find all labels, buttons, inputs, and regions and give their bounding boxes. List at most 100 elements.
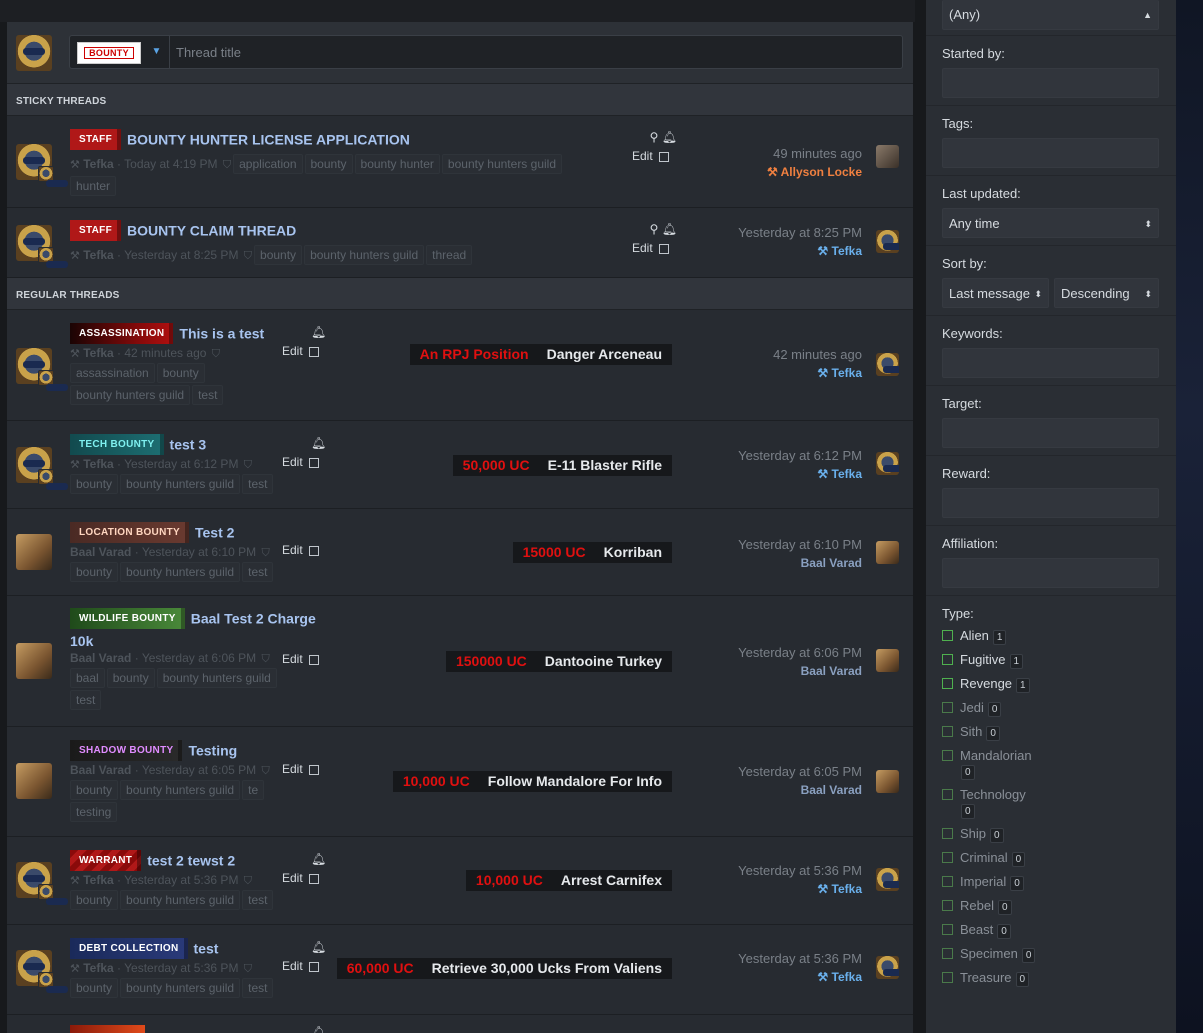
tag-item[interactable]: application <box>233 154 303 174</box>
chevron-down-icon[interactable]: ▼ <box>144 36 170 68</box>
last-poster-mini-avatar[interactable] <box>38 972 68 993</box>
tag-item[interactable]: bounty <box>70 978 119 998</box>
select-checkbox[interactable] <box>308 346 319 357</box>
thread-row[interactable]: STAFF BOUNTY HUNTER LICENSE APPLICATION ⚒… <box>7 116 913 208</box>
tag-item[interactable]: bounty hunters guild <box>120 562 241 582</box>
last-poster-mini-avatar[interactable] <box>38 166 68 187</box>
thread-author[interactable]: Tefka <box>83 346 113 360</box>
last-poster[interactable]: Allyson Locke <box>781 165 862 179</box>
last-poster[interactable]: Tefka <box>832 244 862 258</box>
last-updated-select[interactable]: Any time ⬍ <box>942 208 1159 238</box>
thread-date[interactable]: 42 minutes ago <box>124 346 206 360</box>
thread-author[interactable]: Tefka <box>83 457 113 471</box>
thread-title[interactable]: test 2 tewst 2 <box>147 853 235 869</box>
thread-title-continued[interactable]: 10k <box>70 633 330 649</box>
last-post-time[interactable]: Yesterday at 6:10 PM <box>662 537 862 552</box>
bell-icon[interactable]: 🔔︎ <box>311 436 326 450</box>
edit-link[interactable]: Edit <box>282 959 303 973</box>
author-avatar[interactable] <box>16 643 52 679</box>
tag-item[interactable]: bounty hunters guild <box>120 890 241 910</box>
last-post-time[interactable]: Yesterday at 6:12 PM <box>662 448 862 463</box>
select-checkbox[interactable] <box>308 764 319 775</box>
tag-item[interactable]: assassination <box>70 363 155 383</box>
tag-item[interactable]: test <box>242 474 274 494</box>
tag-item[interactable]: bounty hunters guild <box>120 978 241 998</box>
thread-row[interactable]: ASSASSINATION This is a test ⚒ Tefka · 42… <box>7 310 913 421</box>
bell-icon[interactable]: 🔔︎ <box>311 1025 326 1033</box>
author-avatar[interactable] <box>16 534 52 570</box>
tag-item[interactable]: bounty <box>70 562 119 582</box>
thread-date[interactable]: Today at 4:19 PM <box>124 157 217 171</box>
tag-item[interactable]: bounty hunters guild <box>120 780 241 800</box>
tag-item[interactable]: bounty <box>70 890 119 910</box>
thread-title[interactable]: Baal Test 2 Charge <box>191 611 316 627</box>
tag-item[interactable]: bounty <box>254 245 303 265</box>
thread-row[interactable]: DEBT COLLECTION test ⚒ Tefka · Yesterday … <box>7 925 913 1015</box>
checkbox[interactable] <box>942 789 953 800</box>
type-option-jedi[interactable]: Jedi 0 <box>942 700 1160 717</box>
thread-author[interactable]: Baal Varad <box>70 763 131 777</box>
thread-row[interactable]: TECH BOUNTY test 3 ⚒ Tefka · Yesterday at… <box>7 421 913 509</box>
type-option-technology[interactable]: Technology 0 <box>942 787 1160 819</box>
thread-prefix[interactable]: ASSASSINATION <box>70 323 174 344</box>
edit-link[interactable]: Edit <box>282 344 303 358</box>
thread-author[interactable]: Tefka <box>83 961 113 975</box>
thread-title[interactable]: Testing <box>188 743 237 759</box>
thread-date[interactable]: Yesterday at 5:36 PM <box>124 873 238 887</box>
edit-link[interactable]: Edit <box>282 455 303 469</box>
thread-author[interactable]: Baal Varad <box>70 651 131 665</box>
type-option-alien[interactable]: Alien 1 <box>942 628 1160 645</box>
last-poster-avatar[interactable] <box>876 230 899 253</box>
last-poster[interactable]: Tefka <box>832 882 862 896</box>
reward-input[interactable] <box>942 488 1159 518</box>
tag-item[interactable]: bounty <box>156 363 205 383</box>
select-checkbox[interactable] <box>308 457 319 468</box>
last-poster-mini-avatar[interactable] <box>38 884 68 905</box>
last-post-time[interactable]: 49 minutes ago <box>662 146 862 161</box>
select-checkbox[interactable] <box>308 961 319 972</box>
last-poster-avatar[interactable] <box>876 956 899 979</box>
tag-item[interactable]: test <box>242 890 274 910</box>
edit-link[interactable]: Edit <box>632 241 653 255</box>
thread-prefix[interactable]: STAFF <box>70 220 121 241</box>
edit-link[interactable]: Edit <box>282 652 303 666</box>
type-option-imperial[interactable]: Imperial 0 <box>942 874 1160 891</box>
bell-icon[interactable]: 🔔︎ <box>311 325 326 339</box>
prefix-filter-select[interactable]: (Any) ▲ <box>942 0 1159 30</box>
checkbox[interactable] <box>942 900 953 911</box>
thread-prefix[interactable]: STAFF <box>70 129 121 150</box>
thread-title[interactable]: test 3 <box>170 437 207 453</box>
affiliation-input[interactable] <box>942 558 1159 588</box>
edit-link[interactable]: Edit <box>282 871 303 885</box>
type-option-sith[interactable]: Sith 0 <box>942 724 1160 741</box>
tag-item[interactable]: bounty <box>70 780 119 800</box>
thread-date[interactable]: Yesterday at 6:10 PM <box>142 545 256 559</box>
thread-prefix[interactable]: LOCATION BOUNTY <box>70 522 189 543</box>
tag-item[interactable]: baal <box>70 668 105 688</box>
thread-prefix[interactable]: WILDLIFE BOUNTY <box>70 608 185 629</box>
type-option-treasure[interactable]: Treasure 0 <box>942 970 1160 987</box>
thread-prefix[interactable]: DEBT COLLECTION <box>70 938 188 959</box>
last-poster-avatar[interactable] <box>876 649 899 672</box>
last-poster-avatar[interactable] <box>876 541 899 564</box>
bell-icon[interactable]: 🔔︎ <box>662 130 677 144</box>
checkbox[interactable] <box>942 654 953 665</box>
thread-row[interactable]: WARRANT test 2 tewst 2 ⚒ Tefka · Yesterda… <box>7 837 913 925</box>
thread-title[interactable]: test <box>194 941 219 957</box>
thread-prefix[interactable]: SHADOW BOUNTY <box>70 740 183 761</box>
last-poster[interactable]: Baal Varad <box>801 783 862 797</box>
type-option-rebel[interactable]: Rebel 0 <box>942 898 1160 915</box>
edit-link[interactable]: Edit <box>282 543 303 557</box>
last-poster[interactable]: Baal Varad <box>801 556 862 570</box>
tag-item[interactable]: thread <box>426 245 473 265</box>
thread-author[interactable]: Tefka <box>83 157 113 171</box>
prefix-selector[interactable]: BOUNTY <box>77 42 141 64</box>
bell-icon[interactable]: 🔔︎ <box>311 852 326 866</box>
select-checkbox[interactable] <box>308 654 319 665</box>
thread-author[interactable]: Tefka <box>83 873 113 887</box>
tag-item[interactable]: test <box>242 978 274 998</box>
checkbox[interactable] <box>942 678 953 689</box>
last-poster[interactable]: Tefka <box>832 366 862 380</box>
thread-date[interactable]: Yesterday at 6:12 PM <box>124 457 238 471</box>
thread-title[interactable]: This is a test <box>179 326 264 342</box>
